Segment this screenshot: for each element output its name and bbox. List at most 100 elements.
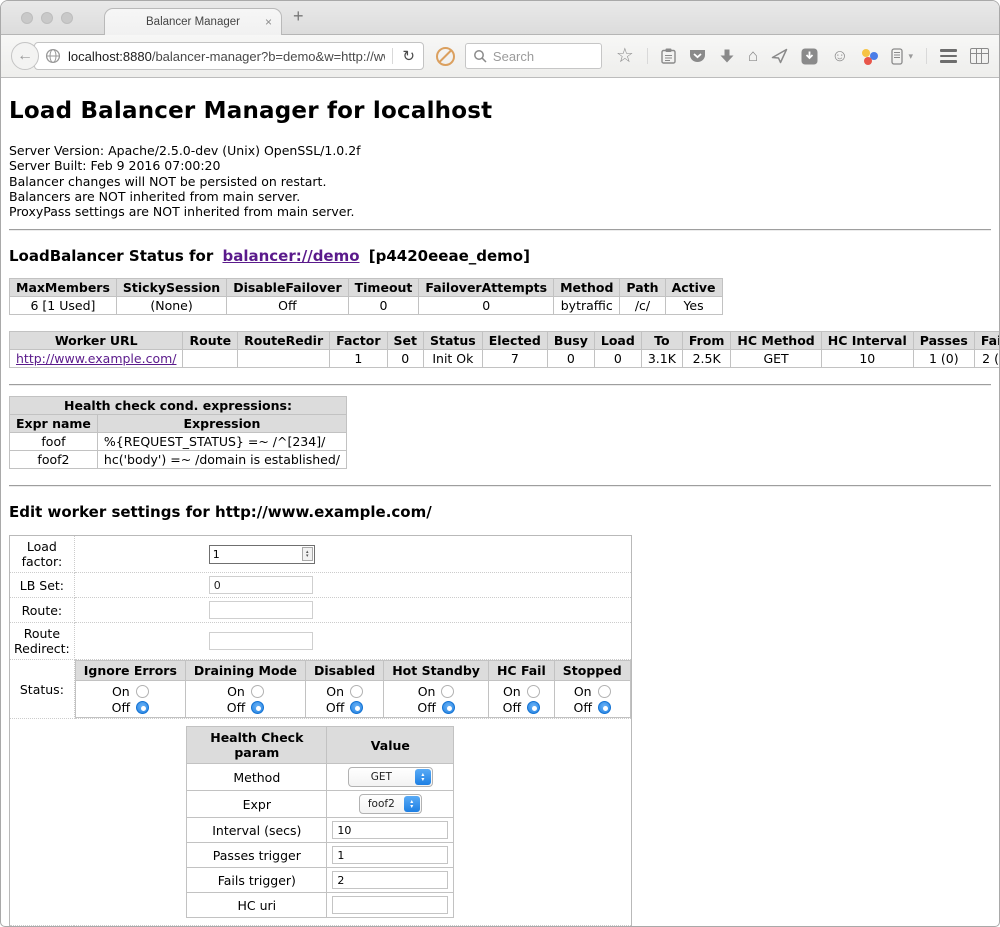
number-spinner-icon[interactable]: ▴▾ bbox=[302, 547, 313, 561]
window-controls bbox=[21, 12, 73, 24]
reader-download-icon[interactable] bbox=[801, 48, 818, 65]
status-off-radio[interactable] bbox=[251, 701, 264, 714]
status-on-radio[interactable] bbox=[350, 685, 363, 698]
hc-fails-label: Fails trigger) bbox=[187, 868, 327, 893]
new-tab-button[interactable]: + bbox=[293, 6, 304, 27]
column-header: Busy bbox=[547, 332, 594, 350]
cell-busy: 0 bbox=[547, 350, 594, 368]
extension-device-icon[interactable] bbox=[891, 48, 903, 65]
hc-row-method: Method GET ▴▾ bbox=[187, 764, 454, 791]
hc-expr-select[interactable]: foof2 ▴▾ bbox=[359, 794, 422, 814]
colored-dots-icon[interactable] bbox=[861, 48, 878, 65]
workers-table: Worker URL Route RouteRedir Factor Set S… bbox=[9, 331, 1000, 368]
reload-icon[interactable]: ↻ bbox=[400, 47, 417, 65]
cell-method: bytraffic bbox=[554, 297, 620, 315]
status-off-radio[interactable] bbox=[527, 701, 540, 714]
hc-header-row: Health Check param Value bbox=[187, 727, 454, 764]
tab-balancer-manager[interactable]: Balancer Manager × bbox=[104, 8, 282, 35]
window-minimize-button[interactable] bbox=[41, 12, 53, 24]
on-label: On bbox=[227, 684, 245, 699]
window-zoom-button[interactable] bbox=[61, 12, 73, 24]
balancer-params-table: MaxMembers StickySession DisableFailover… bbox=[9, 278, 723, 315]
hc-interval-label: Interval (secs) bbox=[187, 818, 327, 843]
column-header: HC Method bbox=[731, 332, 821, 350]
url-bar[interactable]: localhost:8880/balancer-manager?b=demo&w… bbox=[34, 42, 424, 70]
expression-row: foof %{REQUEST_STATUS} =~ /^[234]/ bbox=[10, 433, 347, 451]
form-row-load-factor: Load factor: ▴▾ bbox=[10, 536, 632, 573]
heading-suffix: [p4420eeae_demo] bbox=[369, 247, 530, 265]
clipboard-icon[interactable] bbox=[661, 48, 676, 64]
load-factor-field[interactable] bbox=[210, 548, 302, 561]
worker-url-link[interactable]: http://www.example.com/ bbox=[16, 351, 176, 366]
search-input[interactable]: Search bbox=[465, 43, 602, 69]
hc-passes-input[interactable] bbox=[332, 846, 448, 864]
hc-method-label: Method bbox=[187, 764, 327, 791]
url-path: /balancer-manager?b=demo&w=http://www.ex… bbox=[152, 49, 386, 64]
hc-passes-label: Passes trigger bbox=[187, 843, 327, 868]
column-header: Method bbox=[554, 279, 620, 297]
status-off-radio[interactable] bbox=[442, 701, 455, 714]
divider bbox=[9, 384, 991, 386]
hc-fails-input[interactable] bbox=[332, 871, 448, 889]
cell-expr-name: foof bbox=[10, 433, 98, 451]
downloads-icon[interactable] bbox=[719, 48, 735, 64]
status-on-radio[interactable] bbox=[441, 685, 454, 698]
load-factor-input[interactable]: ▴▾ bbox=[209, 545, 315, 564]
route-redirect-input[interactable] bbox=[209, 632, 313, 650]
column-header: Worker URL bbox=[10, 332, 183, 350]
status-on-radio[interactable] bbox=[527, 685, 540, 698]
hc-row-expr: Expr foof2 ▴▾ bbox=[187, 791, 454, 818]
extension-grid-icon[interactable] bbox=[970, 48, 989, 64]
cell-path: /c/ bbox=[620, 297, 665, 315]
status-off-radio[interactable] bbox=[598, 701, 611, 714]
hc-method-select[interactable]: GET ▴▾ bbox=[348, 767, 433, 787]
off-label: Off bbox=[417, 700, 435, 715]
cell-timeout: 0 bbox=[348, 297, 419, 315]
on-label: On bbox=[326, 684, 344, 699]
bookmark-star-icon[interactable]: ☆ bbox=[616, 47, 634, 65]
status-off-radio[interactable] bbox=[136, 701, 149, 714]
status-on-radio[interactable] bbox=[136, 685, 149, 698]
window-close-button[interactable] bbox=[21, 12, 33, 24]
balancer-demo-link[interactable]: balancer://demo bbox=[222, 247, 359, 265]
table-title-row: Health check cond. expressions: bbox=[10, 397, 347, 415]
column-header: Load bbox=[594, 332, 641, 350]
chevron-down-icon[interactable]: ▾ bbox=[908, 51, 913, 62]
column-header: Fails bbox=[974, 332, 1000, 350]
cell-active: Yes bbox=[665, 297, 722, 315]
status-off-radio[interactable] bbox=[350, 701, 363, 714]
feedback-smiley-icon[interactable]: ☺ bbox=[831, 47, 848, 65]
back-button[interactable]: ← bbox=[11, 42, 39, 70]
form-row-route-redirect: Route Redirect: bbox=[10, 623, 632, 660]
tab-close-icon[interactable]: × bbox=[265, 15, 272, 29]
lb-set-input[interactable] bbox=[209, 576, 313, 594]
server-info: Server Version: Apache/2.5.0-dev (Unix) … bbox=[9, 143, 991, 219]
status-radio-row: On Off On Off On Off bbox=[75, 681, 630, 718]
column-header: StickySession bbox=[116, 279, 226, 297]
status-on-radio[interactable] bbox=[251, 685, 264, 698]
column-header: Timeout bbox=[348, 279, 419, 297]
hc-interval-input[interactable] bbox=[332, 821, 448, 839]
status-on-radio[interactable] bbox=[598, 685, 611, 698]
heading-prefix: LoadBalancer Status for bbox=[9, 247, 213, 265]
lb-set-label: LB Set: bbox=[10, 573, 75, 598]
route-input[interactable] bbox=[209, 601, 313, 619]
home-icon[interactable]: ⌂ bbox=[748, 47, 758, 65]
note-line: Balancer changes will NOT be persisted o… bbox=[9, 174, 991, 189]
menu-icon[interactable] bbox=[940, 49, 957, 63]
hc-uri-label: HC uri bbox=[187, 893, 327, 918]
adblock-icon[interactable] bbox=[436, 47, 455, 66]
send-plane-icon[interactable] bbox=[771, 48, 788, 64]
tab-title: Balancer Manager bbox=[146, 16, 240, 28]
pocket-icon[interactable] bbox=[689, 48, 706, 64]
edit-worker-heading: Edit worker settings for http://www.exam… bbox=[9, 503, 991, 521]
edit-worker-form: Load factor: ▴▾ LB Set: Route: bbox=[9, 535, 632, 927]
column-header: Path bbox=[620, 279, 665, 297]
form-row-lb-set: LB Set: bbox=[10, 573, 632, 598]
load-factor-label: Load factor: bbox=[10, 536, 75, 573]
column-header: Expression bbox=[97, 415, 346, 433]
status-col-ignore-errors: Ignore Errors bbox=[75, 661, 185, 681]
cell-to: 3.1K bbox=[641, 350, 682, 368]
hc-expr-label: Expr bbox=[187, 791, 327, 818]
hc-uri-input[interactable] bbox=[332, 896, 448, 914]
